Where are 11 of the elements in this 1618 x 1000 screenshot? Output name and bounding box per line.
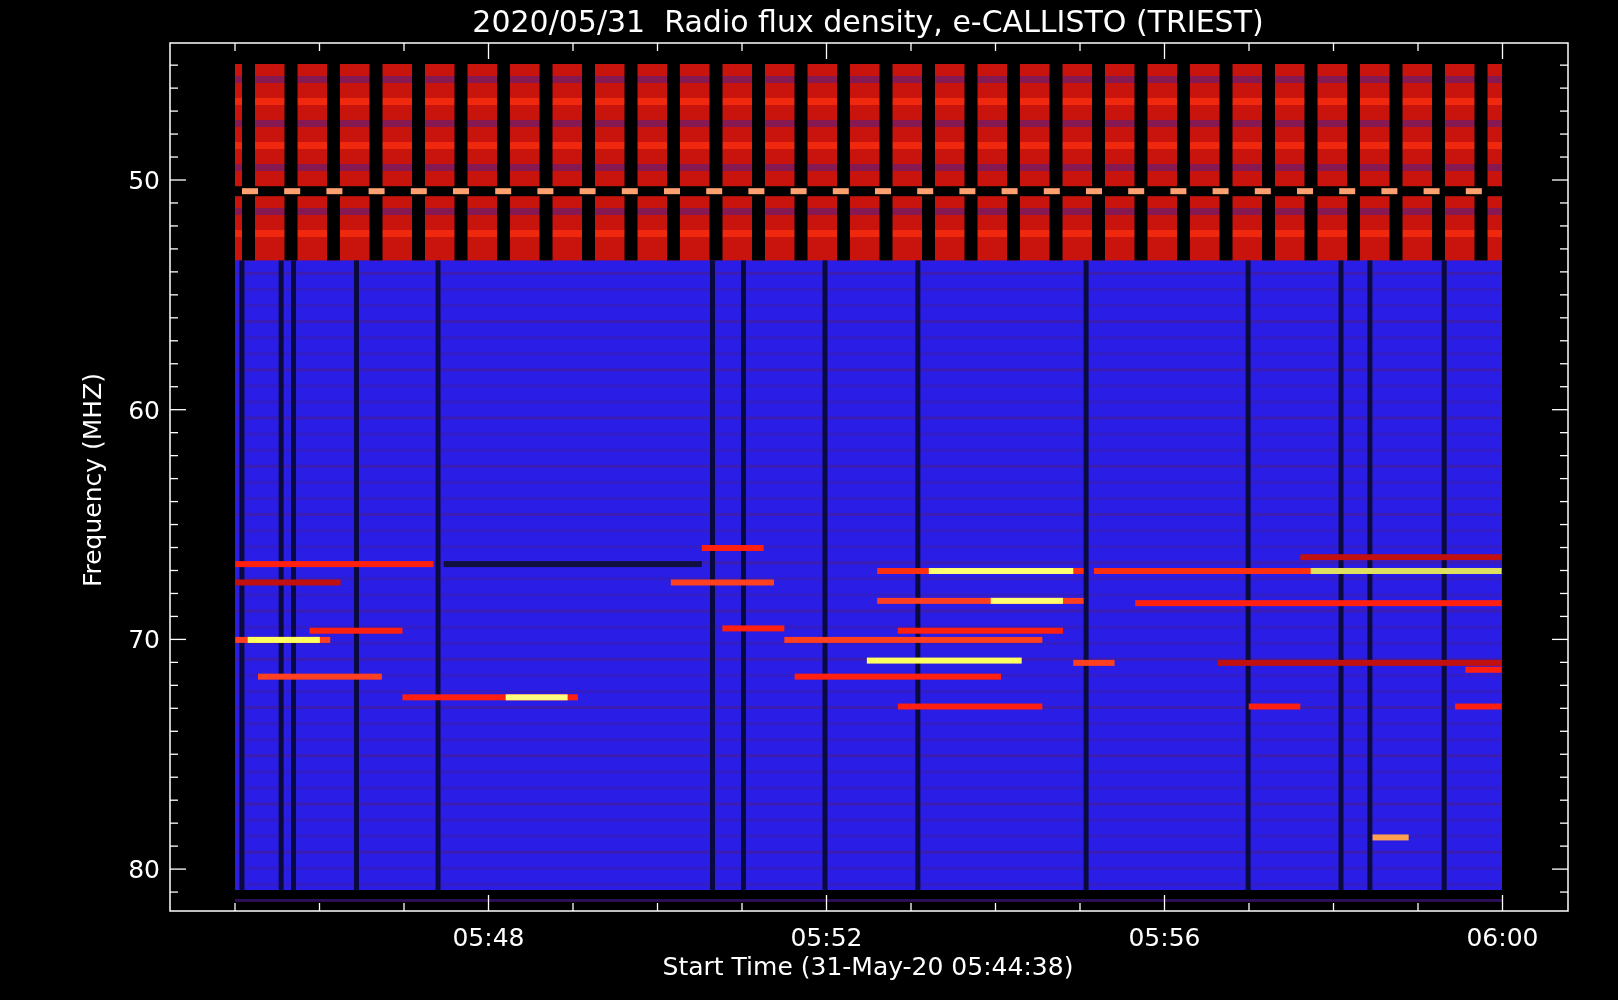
y-tick-label: 50: [128, 166, 160, 195]
x-tick-label: 05:56: [1128, 923, 1201, 952]
chart-title: 2020/05/31 Radio flux density, e-CALLISTO (TRIEST): [472, 4, 1264, 39]
x-axis-label: Start Time (31-May-20 05:44:38): [662, 952, 1074, 981]
y-tick-label: 60: [128, 395, 160, 425]
y-tick-label: 70: [128, 625, 160, 655]
x-tick-label: 05:48: [452, 923, 525, 952]
y-axis-label: Frequency (MHZ): [78, 372, 107, 588]
y-tick-label: 80: [128, 855, 160, 885]
x-tick-label: 06:00: [1466, 923, 1539, 952]
x-tick-label: 05:52: [790, 923, 863, 952]
